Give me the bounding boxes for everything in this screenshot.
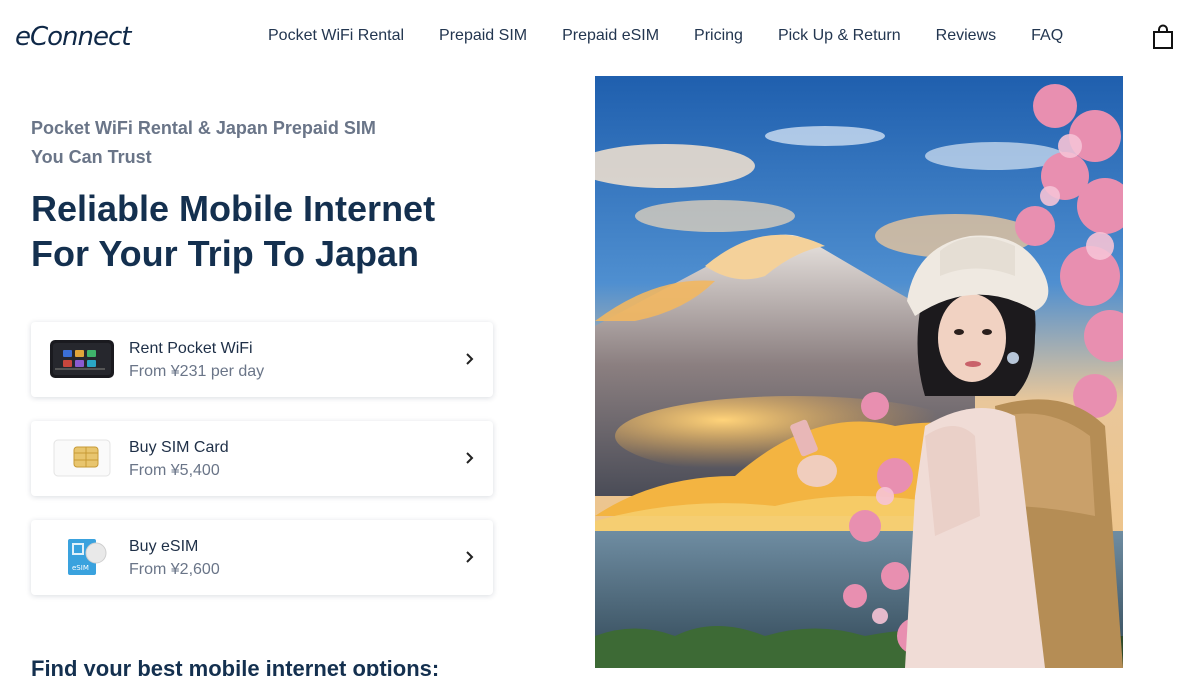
nav-item-pocket-wifi[interactable]: Pocket WiFi Rental — [268, 27, 404, 45]
nav-item-pickup-return[interactable]: Pick Up & Return — [778, 27, 901, 45]
hero-headline-line1: Reliable Mobile Internet — [31, 188, 436, 229]
hero-image — [595, 76, 1123, 668]
product-title: Buy eSIM — [129, 538, 199, 555]
product-card-text: Rent Pocket WiFi From ¥231 per day — [129, 338, 264, 384]
brand-logo[interactable]: eConnect — [15, 22, 131, 52]
hero-headline: Reliable Mobile Internet For Your Trip T… — [31, 186, 551, 276]
product-card-text: Buy SIM Card From ¥5,400 — [129, 437, 229, 483]
site-header: eConnect Pocket WiFi Rental Prepaid SIM … — [0, 0, 1200, 74]
hero-illustration — [595, 76, 1123, 668]
shopping-bag-icon[interactable] — [1152, 24, 1174, 50]
product-card-sim[interactable]: Buy SIM Card From ¥5,400 — [31, 421, 493, 496]
main-nav: Pocket WiFi Rental Prepaid SIM Prepaid e… — [268, 27, 1098, 45]
nav-item-prepaid-esim[interactable]: Prepaid eSIM — [562, 27, 659, 45]
product-card-esim[interactable]: eSIM Buy eSIM From ¥2,600 — [31, 520, 493, 595]
nav-item-pricing[interactable]: Pricing — [694, 27, 743, 45]
product-title: Buy SIM Card — [129, 439, 229, 456]
product-price: From ¥5,400 — [129, 462, 220, 479]
chevron-right-icon — [466, 452, 474, 464]
hero-kicker-line2: You Can Trust — [31, 147, 152, 167]
sim-card-icon — [49, 433, 115, 483]
product-price: From ¥2,600 — [129, 561, 220, 578]
chevron-right-icon — [466, 551, 474, 563]
nav-item-faq[interactable]: FAQ — [1031, 27, 1063, 45]
hero-kicker-line1: Pocket WiFi Rental & Japan Prepaid SIM — [31, 118, 376, 138]
product-title: Rent Pocket WiFi — [129, 340, 253, 357]
pocket-wifi-device-icon — [49, 334, 115, 384]
chevron-right-icon — [466, 353, 474, 365]
hero-kicker: Pocket WiFi Rental & Japan Prepaid SIM Y… — [31, 114, 451, 172]
nav-item-reviews[interactable]: Reviews — [936, 27, 996, 45]
esim-card-icon: eSIM — [49, 532, 115, 582]
nav-item-prepaid-sim[interactable]: Prepaid SIM — [439, 27, 527, 45]
section-title: Find your best mobile internet options: — [31, 656, 440, 676]
product-price: From ¥231 per day — [129, 363, 265, 380]
product-card-pocket-wifi[interactable]: Rent Pocket WiFi From ¥231 per day — [31, 322, 493, 397]
product-card-text: Buy eSIM From ¥2,600 — [129, 536, 220, 582]
hero-headline-line2: For Your Trip To Japan — [31, 233, 420, 274]
esim-badge-text: eSIM — [72, 564, 89, 572]
